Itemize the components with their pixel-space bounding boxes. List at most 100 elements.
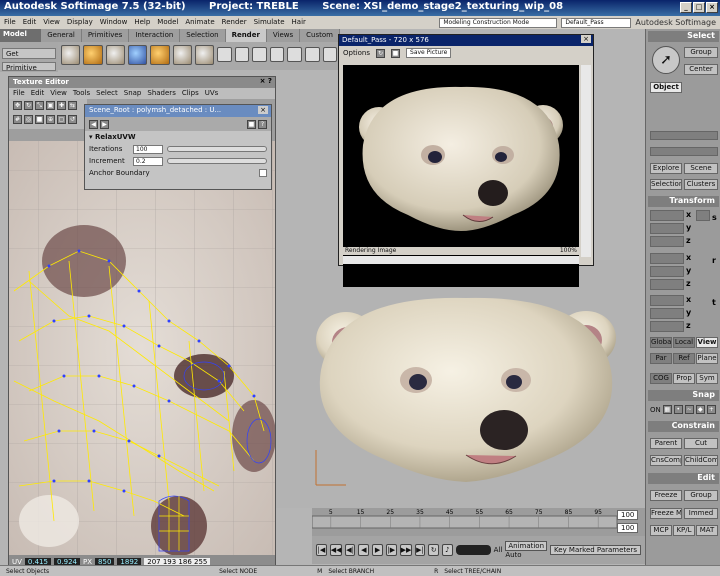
anchor-boundary-checkbox[interactable] <box>259 169 267 177</box>
clusters-button[interactable]: Clusters <box>684 179 718 190</box>
menu-edit[interactable]: Edit <box>23 18 37 27</box>
local-button[interactable]: Local <box>673 337 695 348</box>
timeline-end-field-2[interactable]: 100 <box>617 523 639 533</box>
next-frame-icon[interactable]: |▶ <box>385 544 397 556</box>
shader-ball-icon[interactable] <box>234 47 250 62</box>
cut-button[interactable]: Cut <box>684 438 718 449</box>
select-arrow-icon[interactable]: ➚ <box>652 46 680 74</box>
te-menu-edit[interactable]: Edit <box>31 89 45 98</box>
prev-frame-icon[interactable]: ◀| <box>344 544 356 556</box>
te-menu-uvs[interactable]: UVs <box>205 89 219 98</box>
scale-z-field[interactable] <box>650 236 684 247</box>
frame-rate-field[interactable] <box>455 545 491 555</box>
te-menu-clips[interactable]: Clips <box>182 89 199 98</box>
tab-interaction[interactable]: Interaction <box>129 29 181 42</box>
menu-window[interactable]: Window <box>100 18 128 27</box>
scale-icon[interactable]: ⤡ <box>35 101 44 110</box>
help-icon[interactable]: ? <box>258 119 267 129</box>
play-icon[interactable]: ▶ <box>372 544 383 556</box>
maximize-icon[interactable]: □ <box>693 2 705 13</box>
translate-z-field[interactable] <box>650 321 684 332</box>
cnscomp-button[interactable]: CnsComp <box>650 455 682 466</box>
snap-curve-icon[interactable]: ~ <box>684 405 694 414</box>
timeline[interactable]: 5 15 25 35 45 55 65 75 85 95 100 100 <box>311 508 645 536</box>
move-icon[interactable]: ✥ <box>13 101 22 110</box>
options-menu[interactable]: Options <box>343 49 370 57</box>
te-menu-snap[interactable]: Snap <box>124 89 142 98</box>
te-menu-shaders[interactable]: Shaders <box>147 89 175 98</box>
texture-icon[interactable] <box>105 45 126 65</box>
scale-y-field[interactable] <box>650 223 684 234</box>
timeline-end-field[interactable]: 100 <box>617 510 639 520</box>
explore-button[interactable]: Explore <box>650 163 682 174</box>
primitive-button[interactable]: Primitive <box>2 62 56 72</box>
close-icon[interactable]: × ? <box>260 77 272 85</box>
construction-mode-select[interactable]: Modeling Construction Mode <box>439 18 558 28</box>
light-icon[interactable] <box>128 45 148 65</box>
tab-views[interactable]: Views <box>267 29 301 42</box>
stop-icon[interactable]: ■ <box>391 48 401 58</box>
menu-hair[interactable]: Hair <box>292 18 306 27</box>
scale-x-lock[interactable] <box>696 210 710 221</box>
te-menu-select[interactable]: Select <box>96 89 118 98</box>
grid-icon[interactable]: # <box>13 115 22 124</box>
increment-field[interactable]: 0.2 <box>133 156 163 166</box>
tab-general[interactable]: General <box>41 29 82 42</box>
cog-button[interactable]: COG <box>650 373 672 384</box>
iterations-field[interactable]: 100 <box>133 144 163 154</box>
mcp-button[interactable]: MCP <box>650 525 672 536</box>
menu-model[interactable]: Model <box>157 18 178 27</box>
shader-icon[interactable] <box>150 45 170 65</box>
immed-button[interactable]: Immed <box>684 508 718 519</box>
animation-button[interactable]: Animation <box>505 541 548 551</box>
menu-animate[interactable]: Animate <box>185 18 214 27</box>
selection-button[interactable]: Selection <box>650 179 682 190</box>
forward-icon[interactable]: ▶ <box>100 119 109 129</box>
selection-filter-field[interactable] <box>650 131 718 140</box>
rotate-y-field[interactable] <box>650 266 684 277</box>
menu-help[interactable]: Help <box>134 18 150 27</box>
selection-name-field[interactable] <box>650 147 718 156</box>
menu-view[interactable]: View <box>43 18 60 27</box>
loop-icon[interactable]: ↻ <box>428 544 440 556</box>
render-window-hscroll[interactable] <box>343 256 579 264</box>
par-button[interactable]: Par <box>650 353 672 364</box>
shader-ball-icon[interactable] <box>217 47 232 62</box>
shader-ball-icon[interactable] <box>322 47 338 62</box>
pass-select[interactable]: Default_Pass <box>561 18 632 28</box>
scale-x-field[interactable] <box>650 210 684 221</box>
module-select[interactable]: Model <box>0 29 42 42</box>
material-icon[interactable] <box>83 45 103 65</box>
tab-custom[interactable]: Custom <box>300 29 340 42</box>
translate-x-field[interactable] <box>650 295 684 306</box>
snap-center-icon[interactable]: + <box>706 405 716 414</box>
shader-ball-icon[interactable] <box>304 47 320 62</box>
object-button[interactable]: Object <box>650 82 682 93</box>
rotate-z-field[interactable] <box>650 279 684 290</box>
snap-icon[interactable]: ◎ <box>24 115 33 124</box>
rotate-icon[interactable]: ↻ <box>24 101 33 110</box>
global-button[interactable]: Global <box>650 337 672 348</box>
te-menu-file[interactable]: File <box>13 89 25 98</box>
lock-icon[interactable]: ■ <box>35 115 44 124</box>
translate-y-field[interactable] <box>650 308 684 319</box>
shader-ball-icon[interactable] <box>269 47 285 62</box>
childcomp-button[interactable]: ChildComp <box>684 455 718 466</box>
relaxuvw-section-header[interactable]: ▾ RelaxUVW <box>85 131 271 143</box>
close-icon[interactable]: × <box>581 35 591 43</box>
menu-render[interactable]: Render <box>222 18 247 27</box>
prev-key-icon[interactable]: ◀◀ <box>329 544 342 556</box>
group-button[interactable]: Group <box>684 47 718 58</box>
parent-button[interactable]: Parent <box>650 438 682 449</box>
shader-ball-icon[interactable] <box>252 47 267 62</box>
heal-icon[interactable]: ✚ <box>57 101 66 110</box>
get-button[interactable]: Get <box>2 48 56 59</box>
tab-render[interactable]: Render <box>225 29 267 42</box>
prop-button[interactable]: Prop <box>673 373 695 384</box>
freeze-m-button[interactable]: Freeze M <box>650 508 682 519</box>
refresh-icon[interactable]: ↺ <box>68 115 77 124</box>
select-icon[interactable]: ▣ <box>46 101 55 110</box>
close-icon[interactable]: × <box>258 106 268 114</box>
te-menu-view[interactable]: View <box>50 89 67 98</box>
uv-canvas[interactable] <box>9 141 275 555</box>
